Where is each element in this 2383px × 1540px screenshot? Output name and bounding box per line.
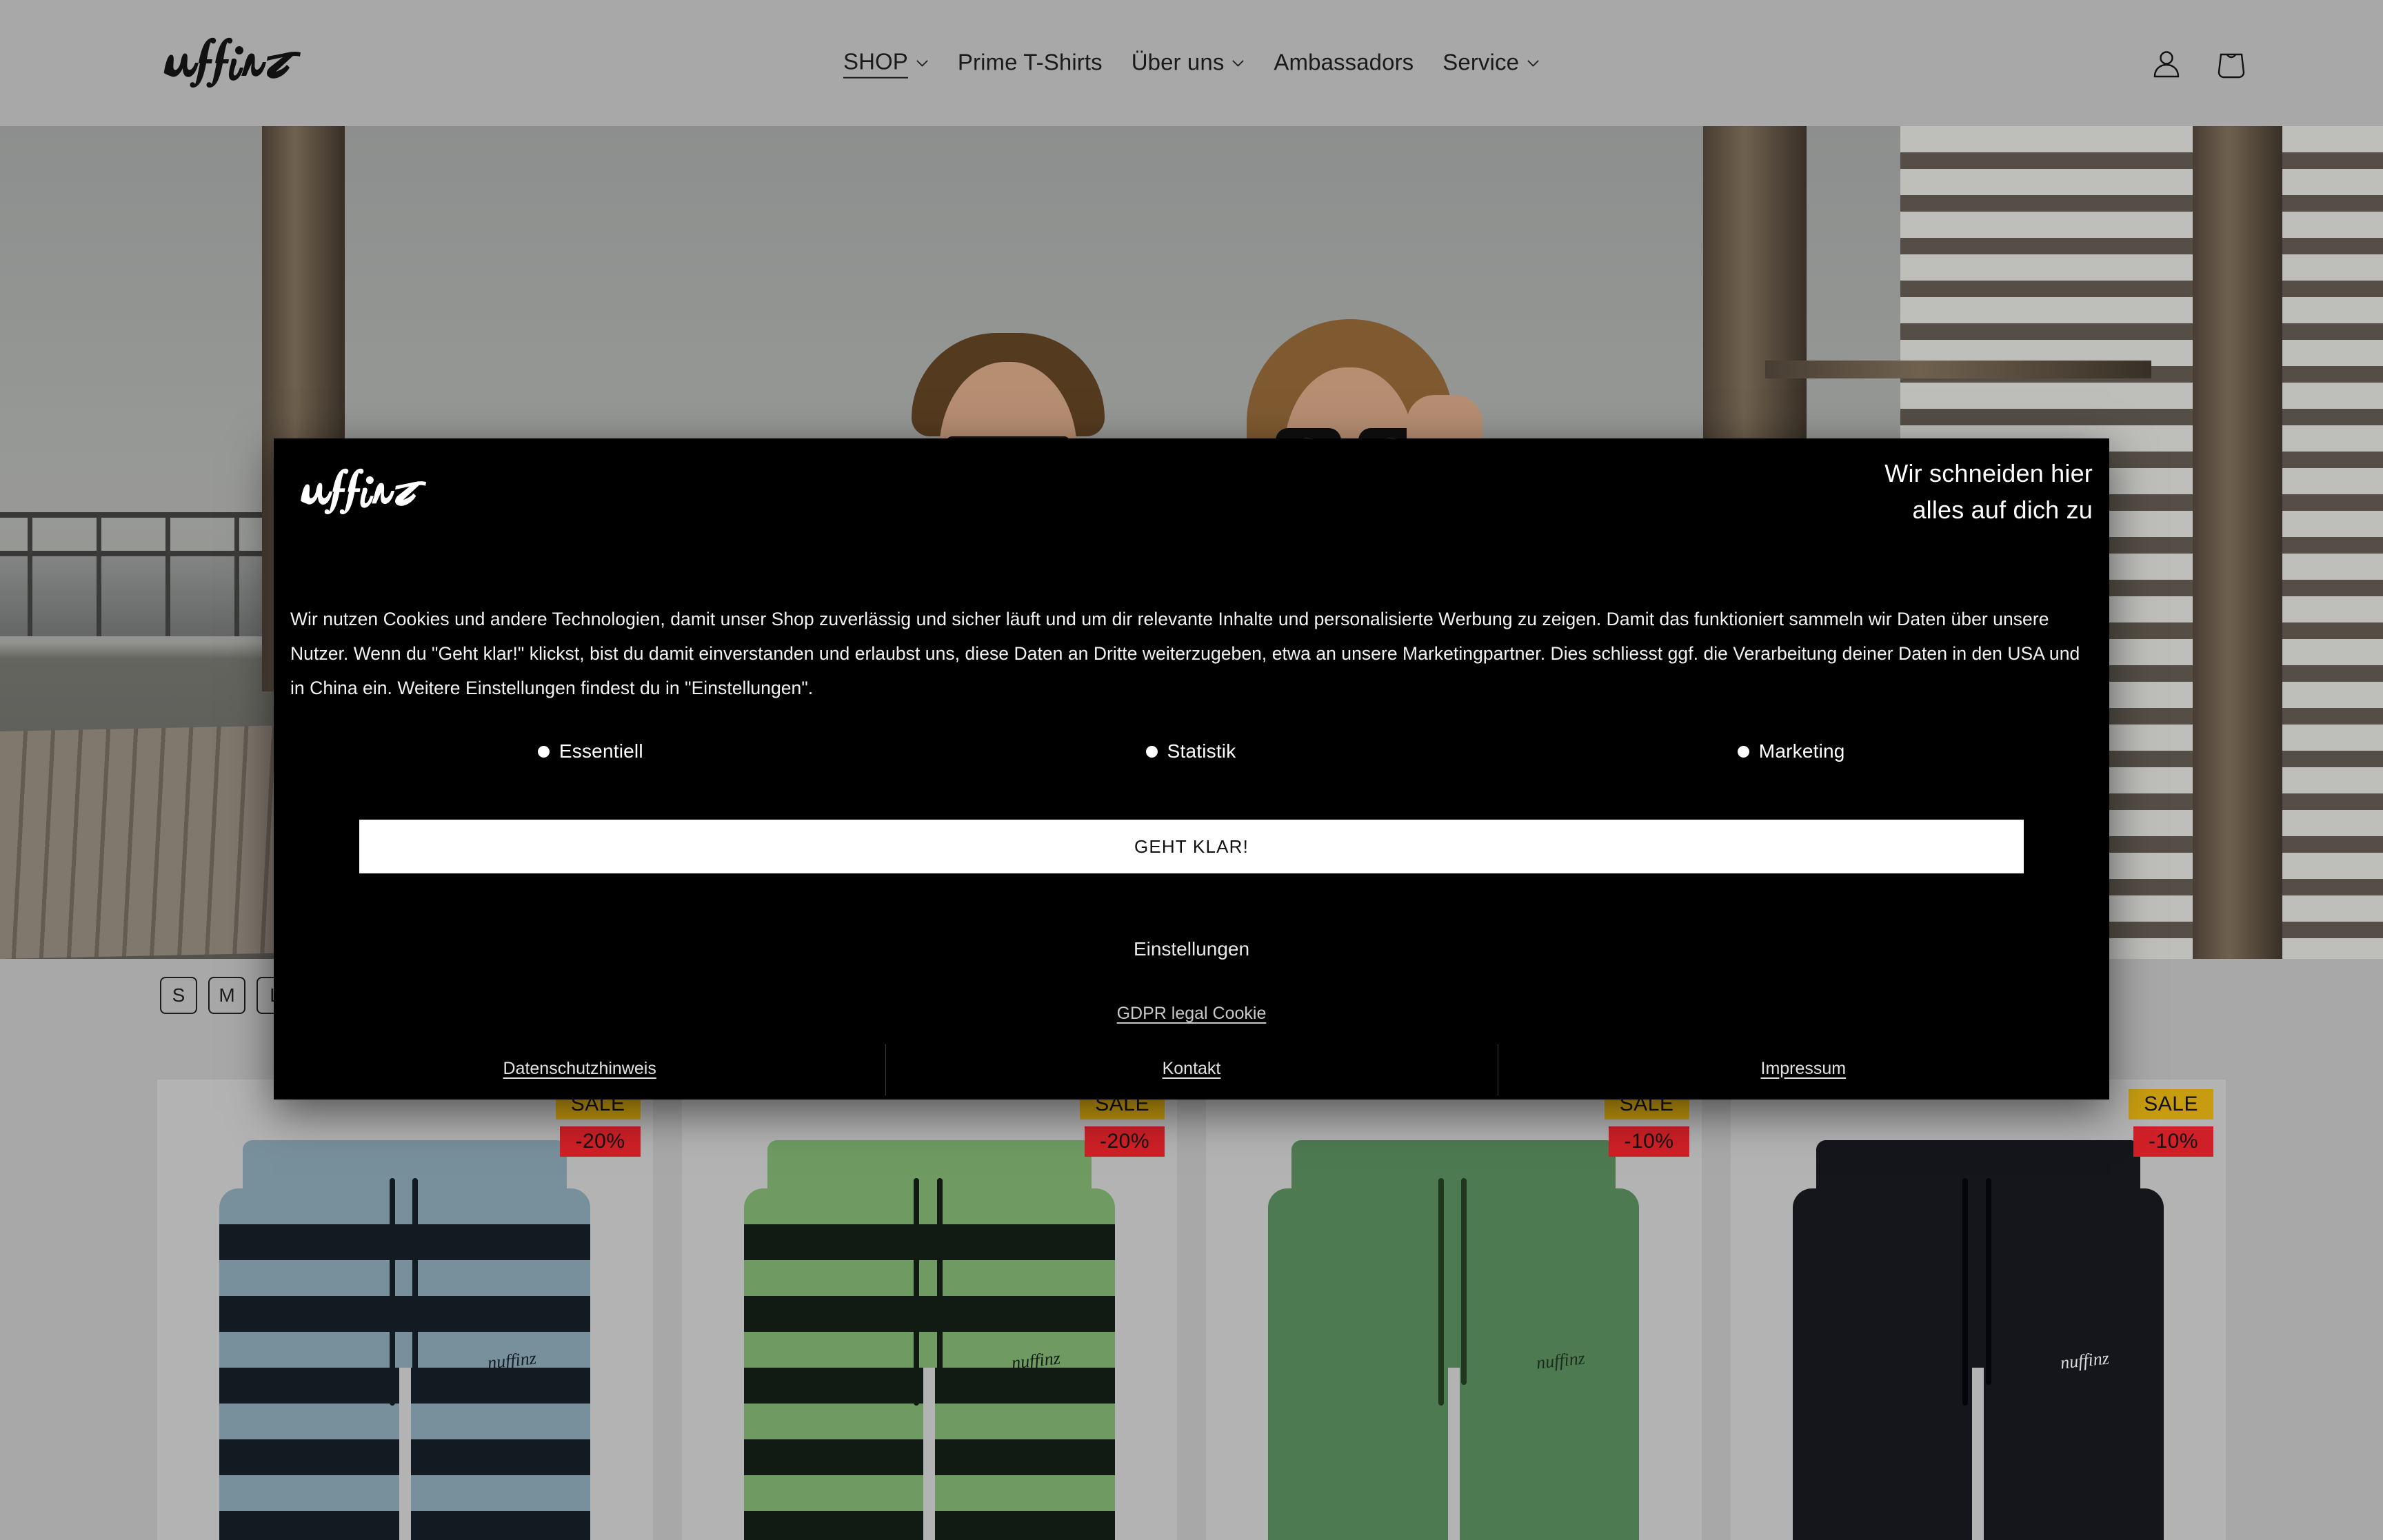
nuffinz-logo-icon bbox=[300, 468, 427, 514]
nav-item-ambassadors[interactable]: Ambassadors bbox=[1259, 48, 1428, 78]
product-badges: SALE -10% bbox=[2129, 1089, 2213, 1157]
cookie-banner-footer: Datenschutzhinweis Kontakt Impressum bbox=[274, 1037, 2109, 1100]
product-card[interactable]: SALE -20% nuffinz bbox=[681, 1080, 1177, 1540]
gdpr-legal-cookie-label: GDPR legal Cookie bbox=[1116, 1004, 1267, 1023]
discount-badge: -10% bbox=[1609, 1126, 1689, 1157]
cookie-tagline-line-2: alles auf dich zu bbox=[1912, 496, 2093, 525]
nav-item-ueber-uns-label: Über uns bbox=[1131, 49, 1225, 75]
footer-link-kontakt[interactable]: Kontakt bbox=[885, 1037, 1497, 1100]
footer-link-kontakt-label[interactable]: Kontakt bbox=[1163, 1059, 1221, 1079]
product-grid: SALE -20% nuffinz SALE -20% nuffinz SALE… bbox=[0, 1080, 2383, 1540]
cookie-category-group: Essentiell Statistik Marketing bbox=[290, 740, 2091, 762]
site-header: SHOP Prime T-Shirts Über uns Ambassadors… bbox=[0, 0, 2383, 126]
cookie-banner-logo bbox=[290, 460, 432, 514]
discount-badge: -20% bbox=[1084, 1126, 1165, 1157]
sale-badge: SALE bbox=[2129, 1089, 2213, 1119]
cookie-category-essentiell[interactable]: Essentiell bbox=[290, 740, 891, 762]
footer-link-datenschutzhinweis-label[interactable]: Datenschutzhinweis bbox=[503, 1059, 656, 1079]
footer-link-impressum[interactable]: Impressum bbox=[1497, 1037, 2109, 1100]
cookie-category-essentiell-label: Essentiell bbox=[559, 740, 643, 762]
site-logo[interactable] bbox=[157, 29, 302, 88]
product-image: nuffinz bbox=[1260, 1140, 1647, 1540]
cookie-consent-banner: Wir schneiden hier alles auf dich zu Wir… bbox=[274, 438, 2109, 1100]
main-navigation: SHOP Prime T-Shirts Über uns Ambassadors… bbox=[829, 48, 1554, 79]
checkbox-filled-icon bbox=[1737, 745, 1749, 758]
product-card[interactable]: SALE -10% nuffinz bbox=[1730, 1080, 2226, 1540]
discount-badge: -20% bbox=[560, 1126, 641, 1157]
page-root: SHOP Prime T-Shirts Über uns Ambassadors… bbox=[0, 0, 2383, 1540]
chevron-down-icon bbox=[1527, 59, 1540, 68]
footer-link-datenschutzhinweis[interactable]: Datenschutzhinweis bbox=[274, 1037, 885, 1100]
checkbox-filled-icon bbox=[1145, 745, 1158, 758]
header-icon-group bbox=[2149, 46, 2249, 81]
cookie-banner-header: Wir schneiden hier alles auf dich zu bbox=[274, 438, 2109, 583]
nav-item-ambassadors-label: Ambassadors bbox=[1274, 49, 1414, 75]
gdpr-legal-cookie-link[interactable]: GDPR legal Cookie bbox=[274, 1004, 2109, 1024]
nav-item-shop[interactable]: SHOP bbox=[829, 48, 943, 79]
nav-item-prime-t-shirts-label: Prime T-Shirts bbox=[957, 49, 1103, 75]
nav-item-shop-label: SHOP bbox=[843, 48, 908, 79]
discount-badge: -10% bbox=[2133, 1126, 2213, 1157]
nuffinz-logo-icon bbox=[163, 37, 301, 88]
cookie-category-marketing-label: Marketing bbox=[1758, 740, 1845, 762]
cookie-banner-tagline: Wir schneiden hier alles auf dich zu bbox=[1665, 455, 2093, 529]
product-image: nuffinz bbox=[1785, 1140, 2171, 1540]
nav-item-prime-t-shirts[interactable]: Prime T-Shirts bbox=[943, 48, 1117, 78]
accept-all-cookies-button[interactable]: GEHT KLAR! bbox=[359, 820, 2024, 873]
cart-icon[interactable] bbox=[2214, 46, 2249, 81]
product-image: nuffinz bbox=[736, 1140, 1123, 1540]
product-card[interactable]: SALE -20% nuffinz bbox=[157, 1080, 653, 1540]
product-image: nuffinz bbox=[212, 1140, 598, 1540]
cookie-settings-link[interactable]: Einstellungen bbox=[274, 938, 2109, 960]
cookie-category-statistik[interactable]: Statistik bbox=[891, 740, 1491, 762]
nav-item-ueber-uns[interactable]: Über uns bbox=[1117, 48, 1260, 78]
nav-item-service-label: Service bbox=[1442, 49, 1520, 75]
cookie-banner-description: Wir nutzen Cookies und andere Technologi… bbox=[290, 609, 2080, 698]
cookie-category-statistik-label: Statistik bbox=[1167, 740, 1236, 762]
size-filter-s[interactable]: S bbox=[160, 977, 197, 1014]
size-filter-m[interactable]: M bbox=[208, 977, 245, 1014]
chevron-down-icon bbox=[916, 59, 929, 68]
cookie-tagline-line-1: Wir schneiden hier bbox=[1884, 459, 2093, 487]
checkbox-filled-icon bbox=[537, 745, 550, 758]
chevron-down-icon bbox=[1231, 59, 1245, 68]
account-icon[interactable] bbox=[2149, 46, 2184, 81]
product-card[interactable]: SALE -10% nuffinz bbox=[1206, 1080, 1702, 1540]
cookie-category-marketing[interactable]: Marketing bbox=[1491, 740, 2091, 762]
footer-link-impressum-label[interactable]: Impressum bbox=[1761, 1059, 1847, 1079]
nav-item-service[interactable]: Service bbox=[1428, 48, 1554, 78]
